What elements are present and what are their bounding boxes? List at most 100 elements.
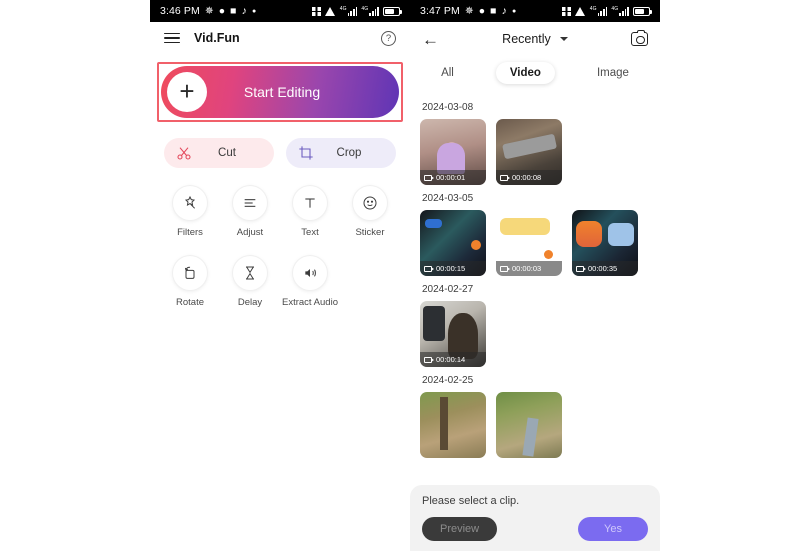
date-header: 2024-03-05 bbox=[422, 193, 474, 204]
tab-all[interactable]: All bbox=[427, 62, 468, 84]
plus-icon bbox=[167, 72, 207, 112]
smiley-icon bbox=[353, 186, 387, 220]
tool-delay[interactable]: Delay bbox=[220, 256, 280, 308]
right-status-bar: 3:47 PM ✵ ● ■ ♪ ● 4G 4G bbox=[410, 0, 660, 22]
preview-button[interactable]: Preview bbox=[422, 517, 498, 541]
media-thumbnail[interactable]: 00:00:14 bbox=[420, 301, 486, 367]
duration-badge: 00:00:35 bbox=[572, 261, 638, 276]
app-bar: Vid.Fun ? bbox=[150, 22, 410, 54]
battery-icon bbox=[383, 6, 402, 16]
signal-icon: 4G bbox=[361, 6, 379, 16]
thumb-row: 00:00:01 00:00:08 bbox=[420, 119, 650, 185]
media-thumbnail[interactable]: 00:00:35 bbox=[572, 210, 638, 276]
video-camera-icon bbox=[424, 356, 434, 363]
signal-icon: 4G bbox=[611, 6, 629, 16]
scissors-icon bbox=[177, 147, 191, 160]
duration-badge: 00:00:14 bbox=[420, 352, 486, 367]
duration-text: 00:00:08 bbox=[512, 173, 542, 182]
dot-icon: ● bbox=[511, 7, 517, 15]
tool-label: Rotate bbox=[176, 297, 204, 308]
chevron-down-icon bbox=[559, 37, 568, 41]
folder-label: Recently bbox=[502, 32, 551, 46]
video-camera-icon bbox=[424, 174, 434, 181]
date-header: 2024-02-25 bbox=[422, 375, 474, 386]
left-status-bar: 3:46 PM ✵ ● ■ ♪ ● 4G 4G bbox=[150, 0, 410, 22]
tool-label: Adjust bbox=[236, 227, 264, 238]
tool-sticker[interactable]: Sticker bbox=[340, 186, 400, 238]
hourglass-icon bbox=[233, 256, 267, 290]
tools-grid: Filters Adjust Text Sticker Rotate Delay… bbox=[160, 186, 400, 308]
gallery-nav-bar: ← Recently bbox=[410, 22, 660, 56]
page-title: Vid.Fun bbox=[194, 31, 240, 45]
video-camera-icon bbox=[500, 174, 510, 181]
screenshot-stage: 3:46 PM ✵ ● ■ ♪ ● 4G 4G Vid.Fun ? + Star… bbox=[0, 0, 800, 551]
tool-filters[interactable]: Filters bbox=[160, 186, 220, 238]
thumb-row: 00:00:14 bbox=[420, 301, 650, 367]
status-time: 3:47 PM bbox=[420, 5, 460, 17]
thumb-row: 00:00:15 00:00:03 00:00:35 bbox=[420, 210, 650, 276]
tool-label: Filters bbox=[177, 227, 203, 238]
tool-label: Delay bbox=[237, 297, 263, 308]
media-thumbnail[interactable] bbox=[496, 392, 562, 458]
folder-dropdown[interactable]: Recently bbox=[439, 32, 631, 46]
cut-button[interactable]: Cut bbox=[164, 138, 274, 168]
wifi-icon bbox=[574, 6, 586, 16]
back-arrow-icon[interactable]: ← bbox=[422, 31, 439, 48]
tab-image[interactable]: Image bbox=[583, 62, 643, 84]
thumb-row bbox=[420, 392, 650, 458]
sliders-icon bbox=[233, 186, 267, 220]
tiktok-icon: ♪ bbox=[241, 5, 247, 17]
start-editing-button[interactable]: Start Editing bbox=[161, 66, 399, 118]
duration-badge: 00:00:01 bbox=[420, 170, 486, 185]
hamburger-icon[interactable] bbox=[164, 32, 180, 44]
start-editing-label: Start Editing bbox=[243, 84, 321, 100]
sim-icon bbox=[311, 6, 321, 16]
media-thumbnail[interactable]: 00:00:03 bbox=[496, 210, 562, 276]
tool-rotate[interactable]: Rotate bbox=[160, 256, 220, 308]
status-time: 3:46 PM bbox=[160, 5, 200, 17]
media-thumbnail[interactable] bbox=[420, 392, 486, 458]
message-icon: ● bbox=[478, 5, 486, 17]
gallery-section: 2024-02-25 bbox=[420, 375, 650, 458]
tools-row-1: Filters Adjust Text Sticker bbox=[160, 186, 400, 238]
crop-icon bbox=[299, 146, 313, 160]
camera-icon[interactable] bbox=[631, 29, 648, 46]
media-thumbnail[interactable]: 00:00:08 bbox=[496, 119, 562, 185]
rotate-icon bbox=[173, 256, 207, 290]
tool-text[interactable]: Text bbox=[280, 186, 340, 238]
crop-button[interactable]: Crop bbox=[286, 138, 396, 168]
video-camera-icon bbox=[500, 265, 510, 272]
duration-text: 00:00:35 bbox=[588, 264, 618, 273]
tool-adjust[interactable]: Adjust bbox=[220, 186, 280, 238]
confirm-button[interactable]: Yes bbox=[578, 517, 648, 541]
wifi-icon bbox=[324, 6, 336, 16]
video-camera-icon bbox=[424, 265, 434, 272]
gallery-section: 2024-03-05 00:00:15 00:00:03 00:00:35 bbox=[420, 193, 650, 276]
tool-extract-audio[interactable]: Extract Audio bbox=[280, 256, 340, 308]
date-header: 2024-03-08 bbox=[422, 102, 474, 113]
bluetooth-icon: ✵ bbox=[464, 5, 474, 17]
left-phone-panel: 3:46 PM ✵ ● ■ ♪ ● 4G 4G Vid.Fun ? + Star… bbox=[150, 0, 410, 551]
tool-label: Extract Audio bbox=[282, 297, 338, 308]
duration-text: 00:00:03 bbox=[512, 264, 542, 273]
gallery-section: 2024-02-27 00:00:14 bbox=[420, 284, 650, 367]
bottom-sheet: Please select a clip. Preview Yes bbox=[410, 485, 660, 551]
sheet-message: Please select a clip. bbox=[422, 495, 520, 507]
help-icon[interactable]: ? bbox=[381, 30, 396, 46]
tool-label: Sticker bbox=[355, 227, 385, 238]
tool-empty-slot bbox=[340, 256, 400, 308]
duration-badge: 00:00:15 bbox=[420, 261, 486, 276]
media-type-tabs: All Video Image bbox=[410, 56, 660, 88]
speaker-icon bbox=[293, 256, 327, 290]
tab-video[interactable]: Video bbox=[495, 62, 555, 84]
crop-label: Crop bbox=[336, 147, 362, 159]
media-thumbnail[interactable]: 00:00:01 bbox=[420, 119, 486, 185]
media-thumbnail[interactable]: 00:00:15 bbox=[420, 210, 486, 276]
right-phone-panel: 3:47 PM ✵ ● ■ ♪ ● 4G 4G ← Recently All V… bbox=[410, 0, 660, 551]
quick-actions: Cut Crop bbox=[164, 138, 396, 168]
tool-label: Text bbox=[301, 227, 319, 238]
signal-icon: 4G bbox=[590, 6, 608, 16]
duration-badge: 00:00:08 bbox=[496, 170, 562, 185]
date-header: 2024-02-27 bbox=[422, 284, 474, 295]
text-icon bbox=[293, 186, 327, 220]
